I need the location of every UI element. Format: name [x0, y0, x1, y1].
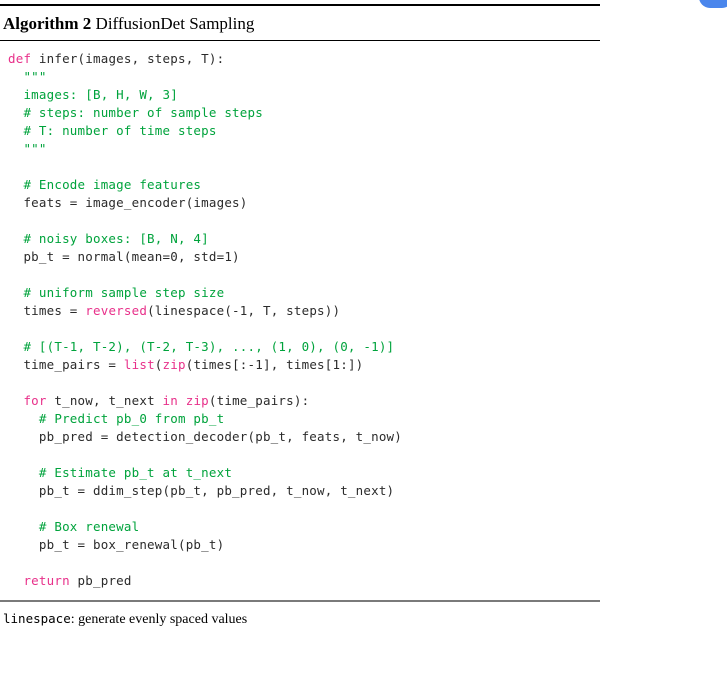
footnote-term: linespace — [3, 611, 71, 626]
algorithm-footnote: linespace: generate evenly spaced values — [0, 602, 600, 629]
code-token: pb_t = normal(mean=0, std=1) — [8, 249, 240, 264]
code-token: images: [B, H, W, 3] — [8, 87, 178, 102]
code-token: ( — [154, 357, 163, 372]
code-token: # steps: number of sample steps — [8, 105, 263, 120]
code-token: # Estimate pb_t at t_next — [8, 465, 233, 480]
code-token: # [(T-1, T-2), (T-2, T-3), ..., (1, 0), … — [8, 339, 395, 354]
code-token: pb_t = ddim_step(pb_t, pb_pred, t_now, t… — [8, 483, 395, 498]
algorithm-code-area: def infer(images, steps, T): """ images:… — [0, 41, 600, 600]
code-token: """ — [8, 69, 47, 84]
code-token: time_pairs = — [8, 357, 124, 372]
code-token: return — [23, 573, 70, 588]
code-token: (times[:-1], times[1:]) — [185, 357, 364, 372]
code-token: pb_t = box_renewal(pb_t) — [8, 537, 225, 552]
code-token: # Encode image features — [8, 177, 202, 192]
code-token: # Predict pb_0 from pb_t — [8, 411, 225, 426]
corner-blob-decoration — [699, 0, 727, 8]
code-token: # T: number of time steps — [8, 123, 217, 138]
code-token: """ — [8, 141, 47, 156]
code-token: for — [23, 393, 47, 408]
code-token: list — [123, 357, 155, 372]
code-token: pb_pred = detection_decoder(pb_t, feats,… — [8, 429, 403, 444]
code-token: zip — [162, 357, 186, 372]
code-token: in — [162, 393, 178, 408]
code-token: reversed — [85, 303, 148, 318]
code-token: def — [8, 51, 32, 66]
code-token: times = — [8, 303, 86, 318]
code-token: # noisy boxes: [B, N, 4] — [8, 231, 209, 246]
algorithm-code-listing: def infer(images, steps, T): """ images:… — [0, 50, 600, 590]
algorithm-label: Algorithm 2 — [3, 14, 92, 33]
algorithm-block: Algorithm 2 DiffusionDet Sampling def in… — [0, 0, 600, 629]
algorithm-title: Algorithm 2 DiffusionDet Sampling — [0, 6, 600, 40]
code-token: # Box renewal — [8, 519, 140, 534]
footnote-description: : generate evenly spaced values — [70, 612, 248, 627]
code-token: (linespace(-1, T, steps)) — [147, 303, 341, 318]
code-token: # uniform sample step size — [8, 285, 225, 300]
code-token: infer(images, steps, T): — [31, 51, 225, 66]
algorithm-caption: DiffusionDet Sampling — [95, 14, 255, 33]
code-token: (time_pairs): — [208, 393, 310, 408]
code-token: feats = image_encoder(images) — [8, 195, 248, 210]
code-token: t_now, t_next — [46, 393, 163, 408]
code-token: pb_pred — [69, 573, 132, 588]
code-token: zip — [185, 393, 209, 408]
